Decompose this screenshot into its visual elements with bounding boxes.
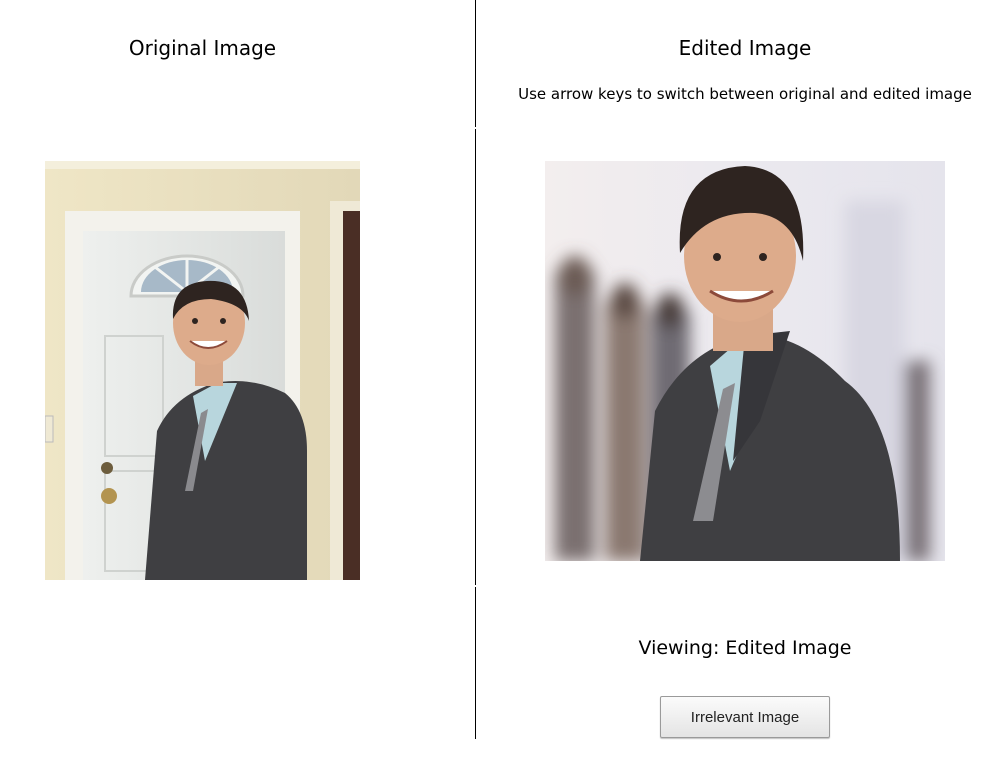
- original-image-title: Original Image: [128, 36, 277, 60]
- instructions-text: Use arrow keys to switch between origina…: [518, 85, 972, 103]
- panel-divider: [475, 0, 476, 127]
- original-image: [45, 161, 360, 580]
- edited-image-title: Edited Image: [678, 36, 812, 60]
- panel-divider: [475, 587, 476, 739]
- irrelevant-image-button[interactable]: Irrelevant Image: [660, 696, 830, 738]
- image-compare-page: Original Image Edited Image Use arrow ke…: [0, 0, 987, 777]
- viewing-status: Viewing: Edited Image: [638, 637, 852, 659]
- edited-image: [545, 161, 945, 561]
- panel-divider: [475, 129, 476, 585]
